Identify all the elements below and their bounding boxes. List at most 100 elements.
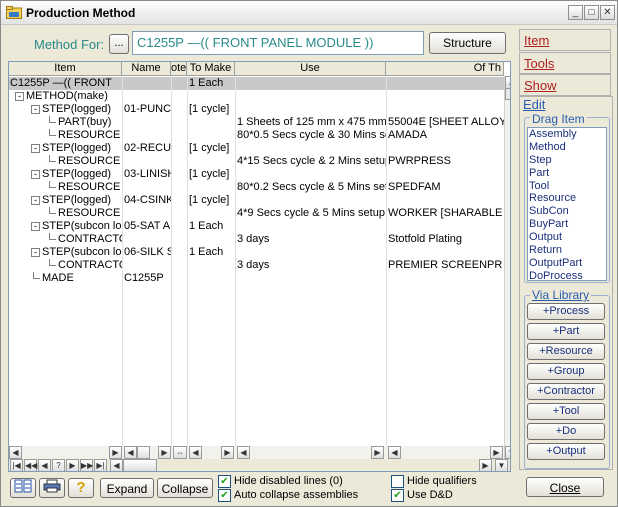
collapse-node-icon[interactable]: - xyxy=(31,170,40,179)
next-record-icon[interactable]: ▶ xyxy=(66,459,79,471)
scroll-right-icon[interactable]: ▶ xyxy=(109,446,122,459)
drag-item-return[interactable]: Return xyxy=(528,244,606,257)
drag-item-part[interactable]: Part xyxy=(528,167,606,180)
drag-item-step[interactable]: Step xyxy=(528,154,606,167)
scroll-right-icon[interactable]: ▶ xyxy=(479,459,492,471)
maximize-button[interactable]: □ xyxy=(584,5,599,20)
tab-show[interactable]: Show xyxy=(519,74,611,96)
scroll-left-icon[interactable]: ◀ xyxy=(124,446,137,459)
drag-item-method[interactable]: Method xyxy=(528,141,606,154)
scroll-left-icon[interactable]: ◀ xyxy=(9,446,22,459)
scroll-down-icon[interactable]: ▼ xyxy=(505,446,510,459)
table-row[interactable]: MADE C1255P xyxy=(9,272,504,285)
add-tool-button[interactable]: +Tool xyxy=(527,403,605,420)
drag-item-outputpart[interactable]: OutputPart xyxy=(528,257,606,270)
scroll-right-icon[interactable]: ▶ xyxy=(490,446,503,459)
method-for-field[interactable]: C1255P —(( FRONT PANEL MODULE )) xyxy=(132,31,424,55)
add-contractor-button[interactable]: +Contractor xyxy=(527,383,605,400)
table-row[interactable]: - STEP(logged) 03-LINISH [1 cycle] xyxy=(9,168,504,181)
table-row[interactable]: CONTRACTO 3 days PREMIER SCREENPR xyxy=(9,259,504,272)
add-part-button[interactable]: +Part xyxy=(527,323,605,340)
scroll-thumb[interactable] xyxy=(123,459,157,471)
print-button[interactable] xyxy=(39,478,65,498)
grid-layout-button[interactable] xyxy=(10,478,36,498)
use-dd-checkbox[interactable]: ✔ xyxy=(391,489,404,502)
expand-button[interactable]: Expand xyxy=(100,478,154,498)
drag-item-subcon[interactable]: SubCon xyxy=(528,205,606,218)
column-header-note[interactable]: ote xyxy=(171,62,187,76)
tab-tools[interactable]: Tools xyxy=(519,52,611,74)
scroll-left-icon[interactable]: ◀ xyxy=(110,459,123,471)
scroll-right-icon[interactable]: ▶ xyxy=(158,446,171,459)
column-header-use[interactable]: Use xyxy=(235,62,386,76)
table-row[interactable]: CONTRACTO 3 days Stotfold Plating xyxy=(9,233,504,246)
scroll-right-icon[interactable]: ▶ xyxy=(221,446,234,459)
drag-item-assembly[interactable]: Assembly xyxy=(528,128,606,141)
add-process-button[interactable]: +Process xyxy=(527,303,605,320)
table-row[interactable]: RESOURCE 4*15 Secs cycle & 2 Mins setup PW… xyxy=(9,155,504,168)
scroll-down-icon[interactable]: ▼ xyxy=(495,459,508,471)
last-record-icon[interactable]: ▶| xyxy=(94,459,107,471)
table-row[interactable]: - METHOD(make) xyxy=(9,90,504,103)
drag-item-buypart[interactable]: BuyPart xyxy=(528,218,606,231)
column-header-to-make[interactable]: To Make xyxy=(187,62,235,76)
auto-collapse-checkbox[interactable]: ✔ xyxy=(218,489,231,502)
table-row[interactable]: - STEP(logged) 01-PUNC [1 cycle] xyxy=(9,103,504,116)
structure-button[interactable]: Structure xyxy=(429,32,506,54)
tab-edit-label[interactable]: Edit xyxy=(523,97,545,112)
scroll-thumb[interactable] xyxy=(137,446,150,459)
scroll-left-icon[interactable]: ◀ xyxy=(388,446,401,459)
tab-item[interactable]: Item xyxy=(519,29,611,51)
cell-note xyxy=(173,142,187,155)
column-header-name[interactable]: Name xyxy=(122,62,171,76)
column-splitter-icon[interactable]: ⇔ xyxy=(173,446,187,459)
close-button[interactable]: Close xyxy=(526,477,604,497)
add-group-button[interactable]: +Group xyxy=(527,363,605,380)
add-do-button[interactable]: +Do xyxy=(527,423,605,440)
scroll-right-icon[interactable]: ▶ xyxy=(371,446,384,459)
close-window-button[interactable]: ✕ xyxy=(600,5,615,20)
add-resource-button[interactable]: +Resource xyxy=(527,343,605,360)
collapse-node-icon[interactable]: - xyxy=(31,144,40,153)
previous-page-icon[interactable]: ◀◀ xyxy=(24,459,37,471)
table-row[interactable]: RESOURCE 80*0.2 Secs cycle & 5 Mins setu S… xyxy=(9,181,504,194)
collapse-node-icon[interactable]: - xyxy=(31,248,40,257)
scroll-left-icon[interactable]: ◀ xyxy=(237,446,250,459)
first-record-icon[interactable]: |◀ xyxy=(10,459,23,471)
help-record-icon[interactable]: ? xyxy=(52,459,65,471)
vertical-scrollbar[interactable]: ▲ ▼ xyxy=(504,76,510,459)
cell-of xyxy=(388,77,504,90)
drag-item-tool[interactable]: Tool xyxy=(528,180,606,193)
hide-qualifiers-checkbox[interactable] xyxy=(391,475,404,488)
scroll-left-icon[interactable]: ◀ xyxy=(189,446,202,459)
next-page-icon[interactable]: ▶▶ xyxy=(80,459,93,471)
table-row[interactable]: - STEP(subcon lo 05-SAT A 1 Each xyxy=(9,220,504,233)
minimize-button[interactable]: _ xyxy=(568,5,583,20)
collapse-node-icon[interactable]: - xyxy=(31,196,40,205)
table-row[interactable]: - STEP(logged) 02-RECU [1 cycle] xyxy=(9,142,504,155)
add-output-button[interactable]: +Output xyxy=(527,443,605,460)
table-row[interactable]: C1255P —(( FRONT 1 Each xyxy=(9,77,504,90)
help-button[interactable]: ? xyxy=(68,478,94,498)
table-row[interactable]: PART(buy) 1 Sheets of 125 mm x 475 mm 5500… xyxy=(9,116,504,129)
method-tree-grid[interactable]: Item Name ote To Make Use Of Th C1255P —… xyxy=(8,61,511,472)
column-scrollbars: ◀ ▶ ◀ ▶ ⇔ ◀ ▶ ◀ ▶ ◀ ▶ xyxy=(9,446,504,459)
table-row[interactable]: RESOURCE 80*0.5 Secs cycle & 30 Mins se AM… xyxy=(9,129,504,142)
drag-item-doprocess[interactable]: DoProcess xyxy=(528,270,606,283)
column-header-item[interactable]: Item xyxy=(9,62,122,76)
collapse-node-icon[interactable]: - xyxy=(15,92,24,101)
browse-method-button[interactable]: ... xyxy=(109,34,129,54)
drag-item-output[interactable]: Output xyxy=(528,231,606,244)
scroll-thumb[interactable] xyxy=(505,88,510,100)
column-header-of[interactable]: Of Th xyxy=(386,62,504,76)
collapse-node-icon[interactable]: - xyxy=(31,105,40,114)
table-row[interactable]: - STEP(logged) 04-CSINK [1 cycle] xyxy=(9,194,504,207)
table-row[interactable]: RESOURCE 4*9 Secs cycle & 5 Mins setup WOR… xyxy=(9,207,504,220)
collapse-button[interactable]: Collapse xyxy=(157,478,213,498)
drag-item-resource[interactable]: Resource xyxy=(528,192,606,205)
previous-record-icon[interactable]: ◀ xyxy=(38,459,51,471)
hide-disabled-checkbox[interactable]: ✔ xyxy=(218,475,231,488)
cell-of xyxy=(388,272,504,285)
table-row[interactable]: - STEP(subcon lo 06-SILK S 1 Each xyxy=(9,246,504,259)
collapse-node-icon[interactable]: - xyxy=(31,222,40,231)
